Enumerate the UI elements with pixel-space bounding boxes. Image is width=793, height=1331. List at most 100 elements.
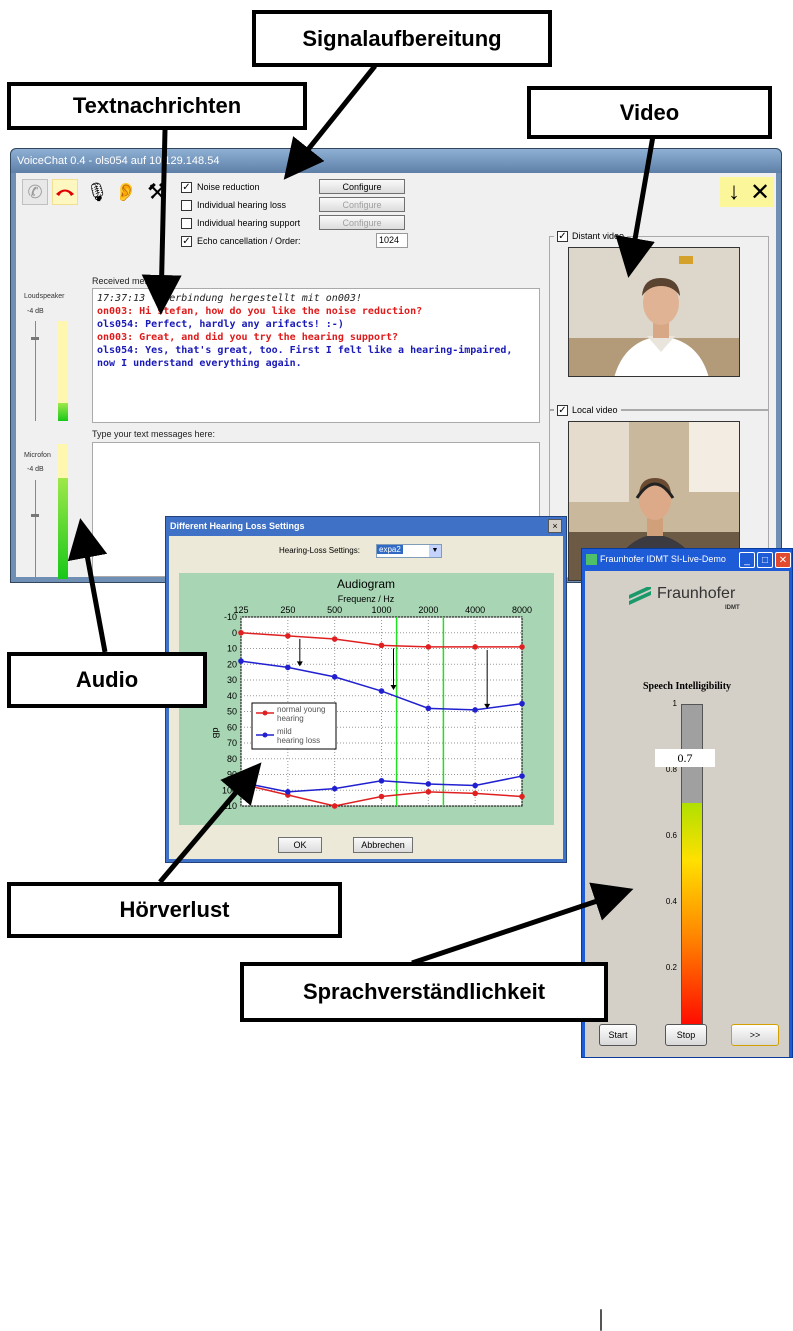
fraunhofer-client: Fraunhofer IDMT Speech Intelligibility 1… [585,571,789,1057]
microfon-slider[interactable] [35,480,36,578]
arrow-down-button[interactable]: ↓ [720,177,748,207]
scale-label: 0.2 [665,963,677,972]
callout-sprachverstaendlichkeit: Sprachverständlichkeit [240,962,608,1022]
configure-noise-button[interactable]: Configure [319,179,405,194]
received-messages-box[interactable]: 17:37:13 - Verbindung hergestellt mit on… [92,288,540,423]
legend-marker [262,710,268,716]
close-icon[interactable]: × [548,519,562,533]
hearing-support-checkbox[interactable] [181,217,192,229]
noise-reduction-checkbox[interactable]: ✓ [181,181,192,193]
normal-hearing-upper-point [378,793,385,800]
mild-loss-point [238,658,244,664]
x-tick-label: 8000 [512,605,532,615]
mild-loss-point [472,707,478,713]
configure-hearing-support-button[interactable]: Configure [319,215,405,230]
normal-hearing-point [238,629,244,636]
hearing-loss-label: Individual hearing loss [197,200,287,210]
speech-intelligibility-heading: Speech Intelligibility [642,681,732,692]
option-noise-reduction[interactable]: ✓ Noise reduction [181,179,260,195]
legend-label: normal young [277,705,325,714]
minimize-icon[interactable]: _ [739,552,755,568]
ok-button[interactable]: OK [278,837,322,853]
close-icon[interactable]: ✕ [775,552,791,568]
ear-icon[interactable]: 👂 [113,179,139,205]
option-individual-hearing-support[interactable]: Individual hearing support [181,215,300,231]
y-tick-label: 60 [227,722,237,732]
mild-loss-point [285,664,291,671]
audiogram-panel: Audiogram Frequenz / Hz dB -10 0 10 20 30 40 5… [179,573,554,825]
normal-hearing-point [472,644,478,650]
hearing-loss-settings-value: expa2 [377,545,403,554]
intelligibility-value: 0.7 [655,749,715,767]
y-tick-label: 50 [227,707,237,717]
y-tick-label: 20 [227,659,237,669]
local-video-label: Local video [572,405,618,415]
message-line: on003: Great, and did you try the hearin… [97,332,399,343]
mild-loss-point [519,700,525,707]
option-echo-cancellation[interactable]: ✓ Echo cancellation / Order: [181,233,301,249]
mild-loss-upper-point [378,778,385,784]
app-icon [586,554,597,565]
hearing-loss-checkbox[interactable] [181,199,192,211]
normal-hearing-point [331,636,338,642]
distant-video-checkbox[interactable]: ✓ [557,230,568,242]
x-tick-label: 500 [327,605,342,615]
x-tick-label: 4000 [465,605,485,615]
noise-reduction-label: Noise reduction [197,182,260,192]
microfon-slider-thumb[interactable] [31,514,39,517]
message-line: 17:37:13 - Verbindung hergestellt mit on… [97,293,362,304]
message-line: on003: Hi stefan, how do you like the no… [97,306,423,317]
microfon-db: -4 dB [27,466,44,473]
maximize-icon[interactable]: □ [757,552,773,568]
y-tick-label: 100 [222,785,237,795]
legend-label: hearing loss [277,736,320,745]
option-individual-hearing-loss[interactable]: Individual hearing loss [181,197,286,213]
callout-signalaufbereitung: Signalaufbereitung [252,10,552,67]
local-video-toggle[interactable]: ✓ Local video [554,403,621,417]
audiogram-xlabel: Frequenz / Hz [338,594,395,604]
hangup-icon[interactable] [52,179,78,205]
echo-cancellation-checkbox[interactable]: ✓ [181,235,192,247]
fraunhofer-window: Fraunhofer IDMT SI-Live-Demo _ □ ✕ Fraun… [581,548,793,1331]
normal-hearing-upper-point [472,790,478,797]
callout-hoerverlust: Hörverlust [7,882,342,938]
normal-hearing-upper-point [425,789,432,795]
microphone-icon[interactable]: 🎙 [84,179,110,205]
echo-cancellation-label: Echo cancellation / Order: [197,236,301,246]
mild-loss-point [378,688,385,694]
legend-label: hearing [277,714,304,723]
order-field[interactable]: 1024 [376,233,408,248]
abbrechen-button[interactable]: Abbrechen [353,837,413,853]
scale-label: 0.4 [665,897,677,906]
callout-audio: Audio [7,652,207,708]
loudspeaker-label: Loudspeaker [24,293,65,300]
next-button[interactable]: >> [731,1024,779,1046]
callout-textnachrichten: Textnachrichten [7,82,307,130]
y-tick-label: 0 [232,628,237,638]
loudspeaker-slider-thumb[interactable] [31,337,39,340]
mild-loss-upper-point [331,785,338,792]
stop-button[interactable]: Stop [665,1024,707,1046]
mild-loss-point [331,674,338,680]
tools-icon[interactable]: ⚒ [144,179,170,205]
hearing-loss-settings-select[interactable]: expa2 ▼ [376,544,442,558]
callout-video: Video [527,86,772,139]
audiogram-title: Audiogram [337,577,395,591]
loudspeaker-slider[interactable] [35,321,36,421]
logo-subtext: IDMT [725,605,740,611]
normal-hearing-point [519,644,525,650]
distant-video-toggle[interactable]: ✓ Distant video [554,229,628,243]
type-messages-label: Type your text messages here: [92,429,216,439]
logo-text: Fraunhofer [657,585,736,602]
hearing-loss-dialog: Different Hearing Loss Settings × Hearin… [165,516,567,863]
close-x-button[interactable]: ✕ [746,177,774,207]
hearing-loss-dialog-title: Different Hearing Loss Settings [170,521,305,531]
phone-icon[interactable]: ✆ [22,179,48,205]
configure-hearing-loss-button[interactable]: Configure [319,197,405,212]
legend-label: mild [277,727,292,736]
chevron-down-icon[interactable]: ▼ [429,545,441,557]
normal-hearing-point [285,633,291,639]
start-button[interactable]: Start [599,1024,637,1046]
y-tick-label: 70 [227,738,237,748]
local-video-checkbox[interactable]: ✓ [557,404,568,416]
